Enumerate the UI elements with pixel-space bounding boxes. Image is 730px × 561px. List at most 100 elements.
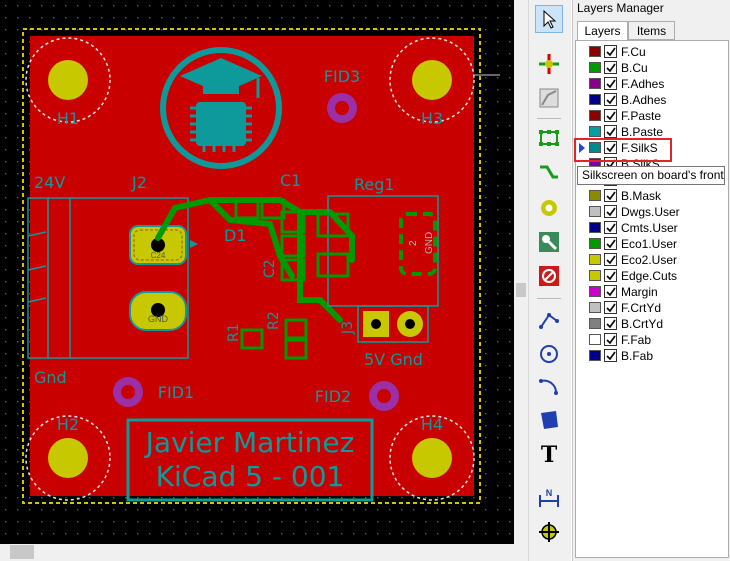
layer-visibility-checkbox[interactable] <box>604 301 617 314</box>
layer-row[interactable]: Margin <box>576 284 728 300</box>
layers-manager-panel: Layers Manager Layers Items F.Cu B.Cu F.Ad… <box>572 0 730 561</box>
add-via-icon[interactable] <box>535 194 563 222</box>
hscroll-thumb[interactable] <box>10 545 34 559</box>
tab-items[interactable]: Items <box>628 21 675 40</box>
pad-c24-label: C24 <box>151 251 166 260</box>
layer-color-swatch[interactable] <box>589 254 601 265</box>
layer-row[interactable]: F.CrtYd <box>576 300 728 316</box>
layer-color-swatch[interactable] <box>589 302 601 313</box>
layer-color-swatch[interactable] <box>589 190 601 201</box>
layer-color-swatch[interactable] <box>589 238 601 249</box>
layer-color-swatch[interactable] <box>589 110 601 121</box>
layer-visibility-checkbox[interactable] <box>604 77 617 90</box>
layer-color-swatch[interactable] <box>589 286 601 297</box>
layer-color-swatch[interactable] <box>589 62 601 73</box>
svg-text:T: T <box>541 443 558 465</box>
label-h2: H2 <box>57 415 79 434</box>
label-h4: H4 <box>421 415 443 434</box>
layer-row[interactable]: F.Adhes <box>576 76 728 92</box>
vertical-scrollbar[interactable] <box>514 0 528 561</box>
layer-visibility-checkbox[interactable] <box>604 109 617 122</box>
draw-arc-icon[interactable] <box>535 372 563 400</box>
layer-row[interactable]: Edge.Cuts <box>576 268 728 284</box>
layer-row[interactable]: Eco2.User <box>576 252 728 268</box>
layer-name: B.Cu <box>621 61 648 75</box>
text-icon[interactable]: T <box>535 440 563 468</box>
layer-name: B.Paste <box>621 125 664 139</box>
pcb-drawing[interactable]: H1 H3 H2 H4 FID3 FID1 FID2 24V J2 C1 Reg… <box>0 0 514 544</box>
checkmark-icon <box>606 303 616 313</box>
layer-visibility-checkbox[interactable] <box>604 237 617 250</box>
layer-visibility-checkbox[interactable] <box>604 253 617 266</box>
panel-title: Layers Manager <box>577 1 664 15</box>
layer-row[interactable]: Dwgs.User <box>576 204 728 220</box>
title-line-1: Javier Martinez <box>144 426 355 459</box>
layer-color-swatch[interactable] <box>589 222 601 233</box>
layer-name: F.Cu <box>621 45 646 59</box>
layer-visibility-checkbox[interactable] <box>604 269 617 282</box>
add-zone-icon[interactable] <box>535 228 563 256</box>
label-r2: R2 <box>266 311 282 330</box>
layer-color-swatch[interactable] <box>589 334 601 345</box>
label-gnd-left: Gnd <box>34 368 67 387</box>
dimension-icon[interactable]: N <box>535 484 563 512</box>
cursor-icon[interactable] <box>535 5 563 33</box>
layer-color-swatch[interactable] <box>589 206 601 217</box>
highlight-net-icon[interactable] <box>535 50 563 78</box>
route-track-icon[interactable] <box>535 158 563 186</box>
place-origin-icon[interactable] <box>535 518 563 546</box>
layer-row[interactable]: F.Paste <box>576 108 728 124</box>
layer-color-swatch[interactable] <box>589 350 601 361</box>
layer-color-swatch[interactable] <box>589 126 601 137</box>
layer-visibility-checkbox[interactable] <box>604 285 617 298</box>
layer-row[interactable]: B.Cu <box>576 60 728 76</box>
title-block[interactable]: Javier Martinez KiCad 5 - 001 <box>126 418 374 502</box>
checkmark-icon <box>606 127 616 137</box>
vscroll-thumb[interactable] <box>516 283 526 297</box>
draw-polygon-icon[interactable] <box>535 406 563 434</box>
layer-visibility-checkbox[interactable] <box>604 349 617 362</box>
horizontal-scrollbar[interactable] <box>0 544 514 561</box>
layer-color-swatch[interactable] <box>589 78 601 89</box>
layer-visibility-checkbox[interactable] <box>604 221 617 234</box>
add-footprint-icon[interactable] <box>535 124 563 152</box>
layer-row[interactable]: F.Fab <box>576 332 728 348</box>
layer-visibility-checkbox[interactable] <box>604 93 617 106</box>
layer-visibility-checkbox[interactable] <box>604 189 617 202</box>
layer-row[interactable]: B.Mask <box>576 188 728 204</box>
layer-row[interactable]: B.CrtYd <box>576 316 728 332</box>
layer-name: B.Fab <box>621 349 654 363</box>
layer-visibility-checkbox[interactable] <box>604 61 617 74</box>
layer-visibility-checkbox[interactable] <box>604 45 617 58</box>
checkmark-icon <box>606 223 616 233</box>
tab-layers[interactable]: Layers <box>577 21 628 41</box>
layer-visibility-checkbox[interactable] <box>604 317 617 330</box>
title-line-2: KiCad 5 - 001 <box>156 460 345 493</box>
layer-color-swatch[interactable] <box>589 94 601 105</box>
checkmark-icon <box>606 191 616 201</box>
draw-line-icon[interactable] <box>535 306 563 334</box>
checkmark-icon <box>606 79 616 89</box>
layer-visibility-checkbox[interactable] <box>604 333 617 346</box>
layer-row[interactable]: B.Fab <box>576 348 728 364</box>
layer-color-swatch[interactable] <box>589 46 601 57</box>
layer-color-swatch[interactable] <box>589 318 601 329</box>
label-r1: R1 <box>226 323 242 342</box>
draw-circle-icon[interactable] <box>535 340 563 368</box>
layer-name: F.CrtYd <box>621 301 662 315</box>
layer-row[interactable]: Eco1.User <box>576 236 728 252</box>
pcb-canvas[interactable]: H1 H3 H2 H4 FID3 FID1 FID2 24V J2 C1 Reg… <box>0 0 514 544</box>
layer-visibility-checkbox[interactable] <box>604 125 617 138</box>
layer-color-swatch[interactable] <box>589 270 601 281</box>
keepout-icon[interactable] <box>535 262 563 290</box>
local-ratsnest-icon[interactable] <box>535 84 563 112</box>
layer-row[interactable]: F.Cu <box>576 44 728 60</box>
layer-row[interactable]: Cmts.User <box>576 220 728 236</box>
checkmark-icon <box>606 319 616 329</box>
layer-name: F.Fab <box>621 333 652 347</box>
label-fid1: FID1 <box>158 383 194 402</box>
checkmark-icon <box>606 111 616 121</box>
layer-visibility-checkbox[interactable] <box>604 205 617 218</box>
checkmark-icon <box>606 63 616 73</box>
layer-row[interactable]: B.Adhes <box>576 92 728 108</box>
